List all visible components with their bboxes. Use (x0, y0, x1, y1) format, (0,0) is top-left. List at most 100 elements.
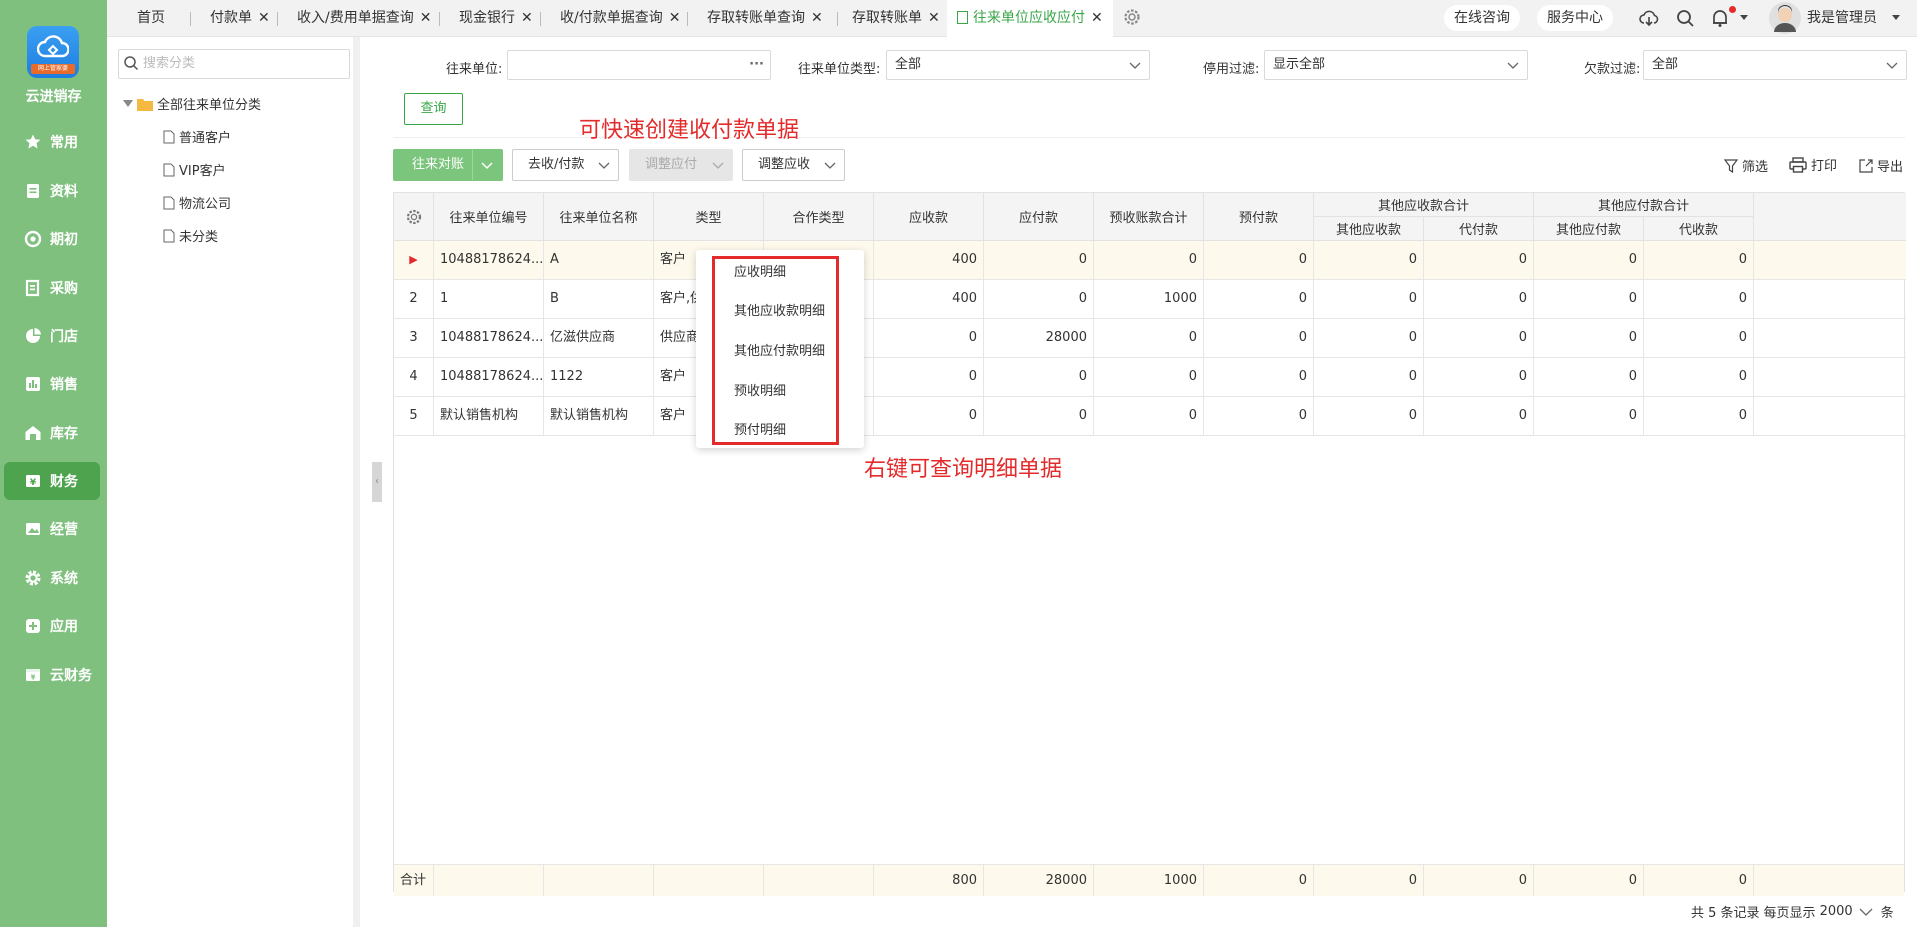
cell-prereceipt[interactable]: 0 (1094, 358, 1204, 397)
export-action[interactable]: 导出 (1859, 156, 1903, 175)
cell-other-recv[interactable]: 0 (1314, 280, 1424, 319)
cell-code[interactable]: 10488178624... (434, 319, 544, 358)
cell-name[interactable]: B (544, 280, 654, 319)
cell-payable[interactable]: 0 (984, 241, 1094, 280)
cell-other-pay[interactable]: 0 (1534, 280, 1644, 319)
debt-filter-select[interactable]: 全部 (1643, 50, 1907, 80)
cell-payable[interactable]: 0 (984, 358, 1094, 397)
print-action[interactable]: 打印 (1789, 155, 1837, 174)
bell-icon[interactable] (1710, 8, 1730, 28)
tree-node-normal-customer[interactable]: 普通客户 (163, 127, 231, 146)
query-button[interactable]: 查询 (404, 93, 463, 125)
header-on-behalf-receive[interactable]: 代收款 (1644, 217, 1754, 241)
reconcile-dropdown[interactable] (472, 150, 502, 180)
unit-type-select[interactable]: 全部 (886, 50, 1150, 80)
nav-item-purchase[interactable]: 采购 (4, 269, 100, 307)
header-other-payable[interactable]: 其他应付款 (1534, 217, 1644, 241)
cell-on-behalf-recv[interactable]: 0 (1644, 241, 1754, 280)
more-dots-icon[interactable]: ··· (749, 51, 764, 79)
menu-item-prepaid-detail[interactable]: 预付明细 (734, 419, 786, 438)
cell-receivable[interactable]: 400 (874, 241, 984, 280)
nav-item-cloud-finance[interactable]: ¥ 云财务 (4, 656, 100, 694)
nav-item-inventory[interactable]: 库存 (4, 414, 100, 452)
cell-other-recv[interactable]: 0 (1314, 397, 1424, 436)
cell-filler[interactable] (1754, 319, 1906, 358)
nav-item-operation[interactable]: 经营 (4, 510, 100, 548)
menu-item-other-receivable-detail[interactable]: 其他应收款明细 (734, 300, 825, 319)
cell-prereceipt[interactable]: 1000 (1094, 280, 1204, 319)
header-prepaid[interactable]: 预付款 (1204, 193, 1314, 241)
cell-filler[interactable] (1754, 358, 1906, 397)
cell-other-pay[interactable]: 0 (1534, 397, 1644, 436)
cell-other-pay[interactable]: 0 (1534, 241, 1644, 280)
close-icon[interactable]: ✕ (811, 10, 823, 26)
collapse-panel-handle[interactable]: ‹ (372, 462, 382, 502)
header-other-receivable[interactable]: 其他应收款 (1314, 217, 1424, 241)
tab-income-expense-query[interactable]: 收入/费用单据查询 ✕ (297, 0, 431, 37)
cell-receivable[interactable]: 0 (874, 358, 984, 397)
cell-other-recv[interactable]: 0 (1314, 358, 1424, 397)
tree-node-uncategorized[interactable]: 未分类 (163, 226, 218, 245)
tab-settings-gear-icon[interactable] (1122, 7, 1142, 27)
tab-receivable-payable[interactable]: 往来单位应收应付 ✕ (947, 0, 1113, 37)
cell-payable[interactable]: 28000 (984, 319, 1094, 358)
cell-prepaid[interactable]: 0 (1204, 358, 1314, 397)
cell-filler[interactable] (1754, 397, 1906, 436)
cell-payable[interactable]: 0 (984, 397, 1094, 436)
cell-on-behalf-pay[interactable]: 0 (1424, 280, 1534, 319)
adjust-payable-button[interactable]: 调整应付 (629, 149, 733, 181)
cell-receivable[interactable]: 400 (874, 280, 984, 319)
close-icon[interactable]: ✕ (928, 10, 940, 26)
cell-prepaid[interactable]: 0 (1204, 319, 1314, 358)
chevron-down-icon[interactable] (1739, 14, 1749, 22)
collect-pay-button[interactable]: 去收/付款 (512, 149, 619, 181)
cell-on-behalf-pay[interactable]: 0 (1424, 319, 1534, 358)
header-type[interactable]: 类型 (654, 193, 764, 241)
cell-filler[interactable] (1754, 241, 1906, 280)
cell-no[interactable]: 2 (394, 280, 434, 319)
menu-item-prereceipt-detail[interactable]: 预收明细 (734, 380, 786, 399)
header-on-behalf-pay[interactable]: 代付款 (1424, 217, 1534, 241)
column-settings-header[interactable] (394, 193, 434, 241)
cloud-download-icon[interactable] (1639, 8, 1659, 28)
cell-other-pay[interactable]: 0 (1534, 358, 1644, 397)
close-icon[interactable]: ✕ (258, 10, 270, 26)
tab-transfer-query[interactable]: 存取转账单查询 ✕ (707, 0, 823, 37)
filter-action[interactable]: 筛选 (1724, 156, 1768, 175)
cell-on-behalf-pay[interactable]: 0 (1424, 241, 1534, 280)
cell-name[interactable]: 亿滋供应商 (544, 319, 654, 358)
nav-item-opening[interactable]: 期初 (4, 220, 100, 258)
nav-item-apps[interactable]: 应用 (4, 607, 100, 645)
tree-node-logistics[interactable]: 物流公司 (163, 193, 231, 212)
gear-icon[interactable] (405, 208, 423, 226)
cell-prereceipt[interactable]: 0 (1094, 319, 1204, 358)
cell-prepaid[interactable]: 0 (1204, 397, 1314, 436)
cell-on-behalf-pay[interactable]: 0 (1424, 358, 1534, 397)
header-payable[interactable]: 应付款 (984, 193, 1094, 241)
user-name[interactable]: 我是管理员 (1807, 0, 1877, 37)
unit-input[interactable]: ··· (507, 50, 771, 80)
cell-code[interactable]: 10488178624... (434, 241, 544, 280)
nav-item-data[interactable]: 资料 (4, 172, 100, 210)
category-search-input[interactable]: 搜索分类 (118, 49, 350, 79)
search-icon[interactable] (1675, 8, 1695, 28)
tab-payment[interactable]: 付款单 ✕ (210, 0, 270, 37)
close-icon[interactable]: ✕ (1091, 10, 1103, 26)
menu-item-receivable-detail[interactable]: 应收明细 (734, 261, 786, 280)
cell-name[interactable]: A (544, 241, 654, 280)
cell-on-behalf-recv[interactable]: 0 (1644, 319, 1754, 358)
avatar[interactable] (1769, 2, 1801, 34)
tree-node-root[interactable]: 全部往来单位分类 (123, 94, 261, 113)
nav-item-store[interactable]: 门店 (4, 317, 100, 355)
nav-item-common[interactable]: 常用 (4, 123, 100, 161)
tab-cash-bank[interactable]: 现金银行 ✕ (459, 0, 533, 37)
nav-item-finance[interactable]: ¥ 财务 (4, 462, 100, 500)
chevron-down-icon[interactable] (1891, 14, 1901, 22)
close-icon[interactable]: ✕ (420, 10, 432, 26)
cell-no[interactable]: 3 (394, 319, 434, 358)
cell-on-behalf-recv[interactable]: 0 (1644, 358, 1754, 397)
tree-scrollbar[interactable] (353, 37, 360, 927)
header-coop-type[interactable]: 合作类型 (764, 193, 874, 241)
cell-code[interactable]: 10488178624... (434, 358, 544, 397)
cell-filler[interactable] (1754, 280, 1906, 319)
